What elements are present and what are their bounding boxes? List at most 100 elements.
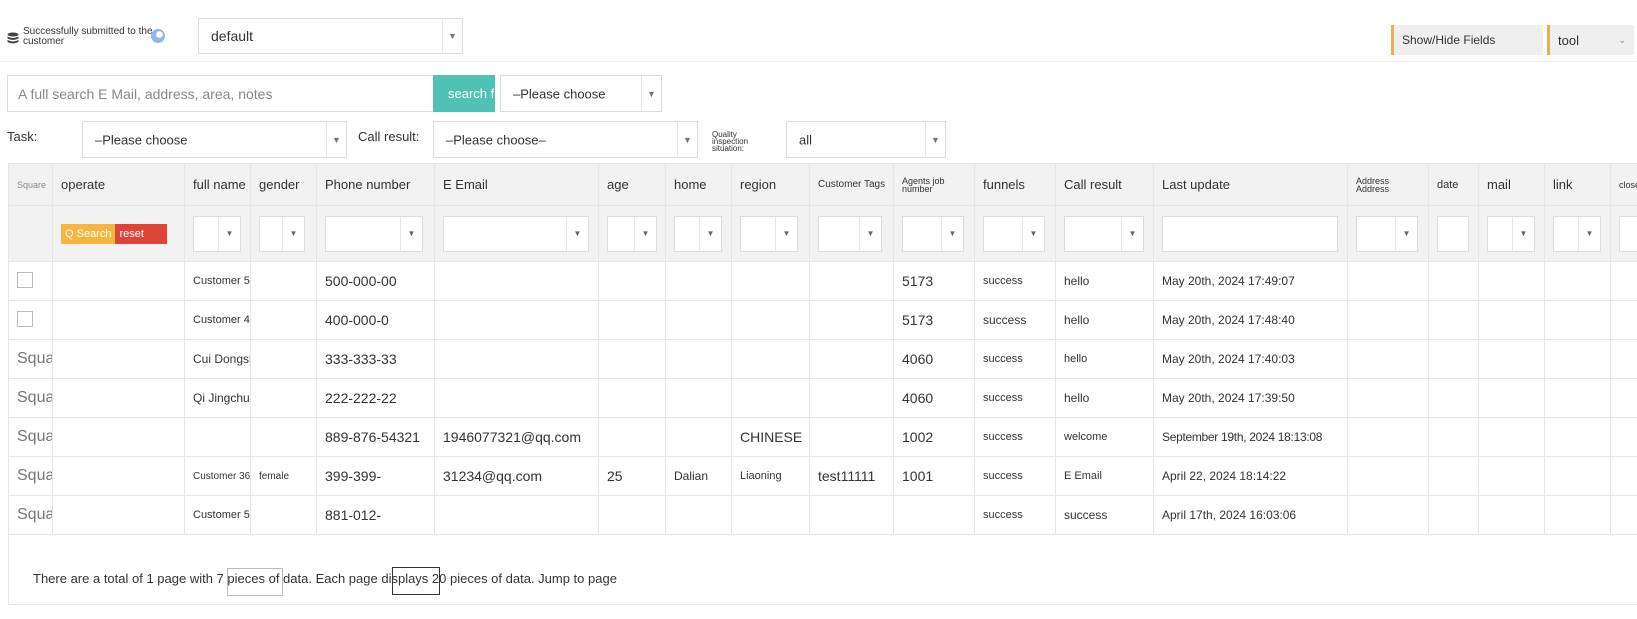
filter-input[interactable] — [1162, 215, 1338, 252]
filter-select[interactable]: ▼ — [1064, 215, 1144, 252]
column-header[interactable]: funnels — [974, 163, 1056, 206]
phone-cell: 500-000-00 — [316, 261, 435, 301]
column-header[interactable]: Square — [8, 163, 53, 206]
home-cell — [665, 261, 732, 301]
row-select-cell[interactable] — [8, 261, 53, 301]
view-select-value: default — [211, 28, 254, 44]
table-row[interactable]: Square Qi Jingchun 222-222-22 4060 succe… — [8, 378, 1637, 418]
column-header[interactable]: gender — [250, 163, 317, 206]
tags-cell — [809, 339, 894, 379]
row-select-cell[interactable]: Square — [8, 456, 53, 496]
name-cell: Qi Jingchun — [184, 378, 251, 418]
row-checkbox[interactable] — [17, 310, 33, 327]
row-select-cell[interactable]: Square — [8, 339, 53, 379]
table-row[interactable]: Square Cui Dongshan 333-333-33 4060 succ… — [8, 339, 1637, 379]
agent-cell: 4060 — [893, 339, 975, 379]
search-button[interactable]: search f — [433, 75, 495, 112]
chevron-down-icon: ▼ — [218, 216, 240, 251]
view-select[interactable]: default ▼ — [198, 18, 463, 54]
column-header[interactable]: Agents job number — [893, 163, 975, 206]
tags-cell — [809, 495, 894, 535]
agent-cell: 1001 — [893, 456, 975, 496]
table-row[interactable]: Square 889-876-54321 1946077321@qq.com C… — [8, 417, 1637, 457]
column-header[interactable]: Last update — [1153, 163, 1348, 206]
region-cell — [731, 339, 810, 379]
table-row[interactable]: Customer 4 400-000-0 5173 success hello … — [8, 300, 1637, 340]
age-cell — [598, 417, 666, 457]
column-header[interactable]: home — [665, 163, 732, 206]
column-header[interactable]: Address Address — [1347, 163, 1429, 206]
filter-select[interactable]: ▼ — [193, 215, 241, 252]
filter-select[interactable]: ▼ — [1356, 215, 1418, 252]
column-header[interactable]: Phone number — [316, 163, 435, 206]
page-size-input[interactable] — [392, 567, 440, 595]
tool-button[interactable]: tool ⌄ — [1547, 25, 1634, 55]
filter-select[interactable] — [1619, 215, 1637, 252]
agent-cell — [893, 495, 975, 535]
chevron-down-icon: ▼ — [634, 216, 656, 251]
pagination-text: There are a total of 1 page with 7 piece… — [33, 571, 617, 586]
operate-cell — [52, 456, 185, 496]
tags-cell: test11111 — [809, 456, 894, 496]
column-header[interactable]: Call result — [1055, 163, 1154, 206]
agent-cell: 4060 — [893, 378, 975, 418]
last-update-cell: April 17th, 2024 16:03:06 — [1153, 495, 1348, 535]
search-input[interactable]: A full search E Mail, address, area, not… — [7, 75, 435, 112]
funnel-cell: success — [974, 417, 1056, 457]
column-header[interactable]: age — [598, 163, 666, 206]
age-cell — [598, 300, 666, 340]
filter-select[interactable]: ▼ — [1487, 215, 1535, 252]
column-header[interactable]: mail — [1478, 163, 1545, 206]
task-select[interactable]: –Please choose ▼ — [82, 121, 347, 158]
table-header-row: Square operate full name gender Phone nu… — [8, 163, 1637, 206]
call-result-cell: E Email — [1055, 456, 1154, 496]
email-cell: 31234@qq.com — [434, 456, 599, 496]
filter-select[interactable]: ▼ — [674, 215, 722, 252]
search-field-select[interactable]: –Please choose ▼ — [500, 75, 662, 112]
column-header[interactable]: full name — [184, 163, 251, 206]
page-number-input[interactable] — [227, 568, 283, 596]
filter-select[interactable]: ▼ — [1553, 215, 1601, 252]
row-select-cell[interactable] — [8, 300, 53, 340]
phone-cell: 399-399- — [316, 456, 435, 496]
filter-select[interactable]: ▼ — [818, 215, 882, 252]
quick-search-button[interactable]: Q Search — [61, 223, 116, 244]
column-header[interactable]: link — [1544, 163, 1611, 206]
row-select-cell[interactable]: Square — [8, 417, 53, 457]
filter-select[interactable]: ▼ — [983, 215, 1045, 252]
status-message: Successfully submitted to the customer — [23, 26, 153, 47]
home-cell — [665, 339, 732, 379]
tags-cell — [809, 261, 894, 301]
quality-inspection-select[interactable]: all ▼ — [786, 121, 946, 158]
filter-input[interactable] — [1437, 215, 1469, 252]
column-header[interactable]: operate — [52, 163, 185, 206]
chevron-down-icon: ▼ — [641, 76, 661, 111]
column-header[interactable]: region — [731, 163, 810, 206]
filter-select[interactable]: ▼ — [325, 215, 423, 252]
region-cell: Liaoning — [731, 456, 810, 496]
filter-select[interactable]: ▼ — [259, 215, 305, 252]
operate-cell — [52, 495, 185, 535]
filter-select[interactable]: ▼ — [607, 215, 657, 252]
table-row[interactable]: Square Customer 5 881-012- success succe… — [8, 495, 1637, 535]
funnel-cell: success — [974, 378, 1056, 418]
table-row[interactable]: Customer 5 500-000-00 5173 success hello… — [8, 261, 1637, 301]
reset-button[interactable]: reset — [115, 223, 168, 244]
row-checkbox[interactable] — [17, 271, 33, 288]
column-header[interactable]: close — [1610, 163, 1637, 206]
column-header[interactable]: E Email — [434, 163, 599, 206]
table-row[interactable]: Square Customer 36 female 399-399- 31234… — [8, 456, 1637, 496]
funnel-cell: success — [974, 261, 1056, 301]
filter-actions: Q Search reset — [52, 205, 185, 262]
row-select-cell[interactable]: Square — [8, 378, 53, 418]
filter-select[interactable]: ▼ — [902, 215, 964, 252]
filter-select[interactable]: ▼ — [443, 215, 589, 252]
show-hide-fields-button[interactable]: Show/Hide Fields — [1391, 25, 1543, 55]
home-cell — [665, 300, 732, 340]
filter-select[interactable]: ▼ — [740, 215, 798, 252]
call-result-select[interactable]: –Please choose– ▼ — [433, 121, 698, 158]
row-select-cell[interactable]: Square — [8, 495, 53, 535]
column-header[interactable]: Customer Tags — [809, 163, 894, 206]
chevron-down-icon: ▼ — [282, 216, 304, 251]
column-header[interactable]: date — [1428, 163, 1479, 206]
